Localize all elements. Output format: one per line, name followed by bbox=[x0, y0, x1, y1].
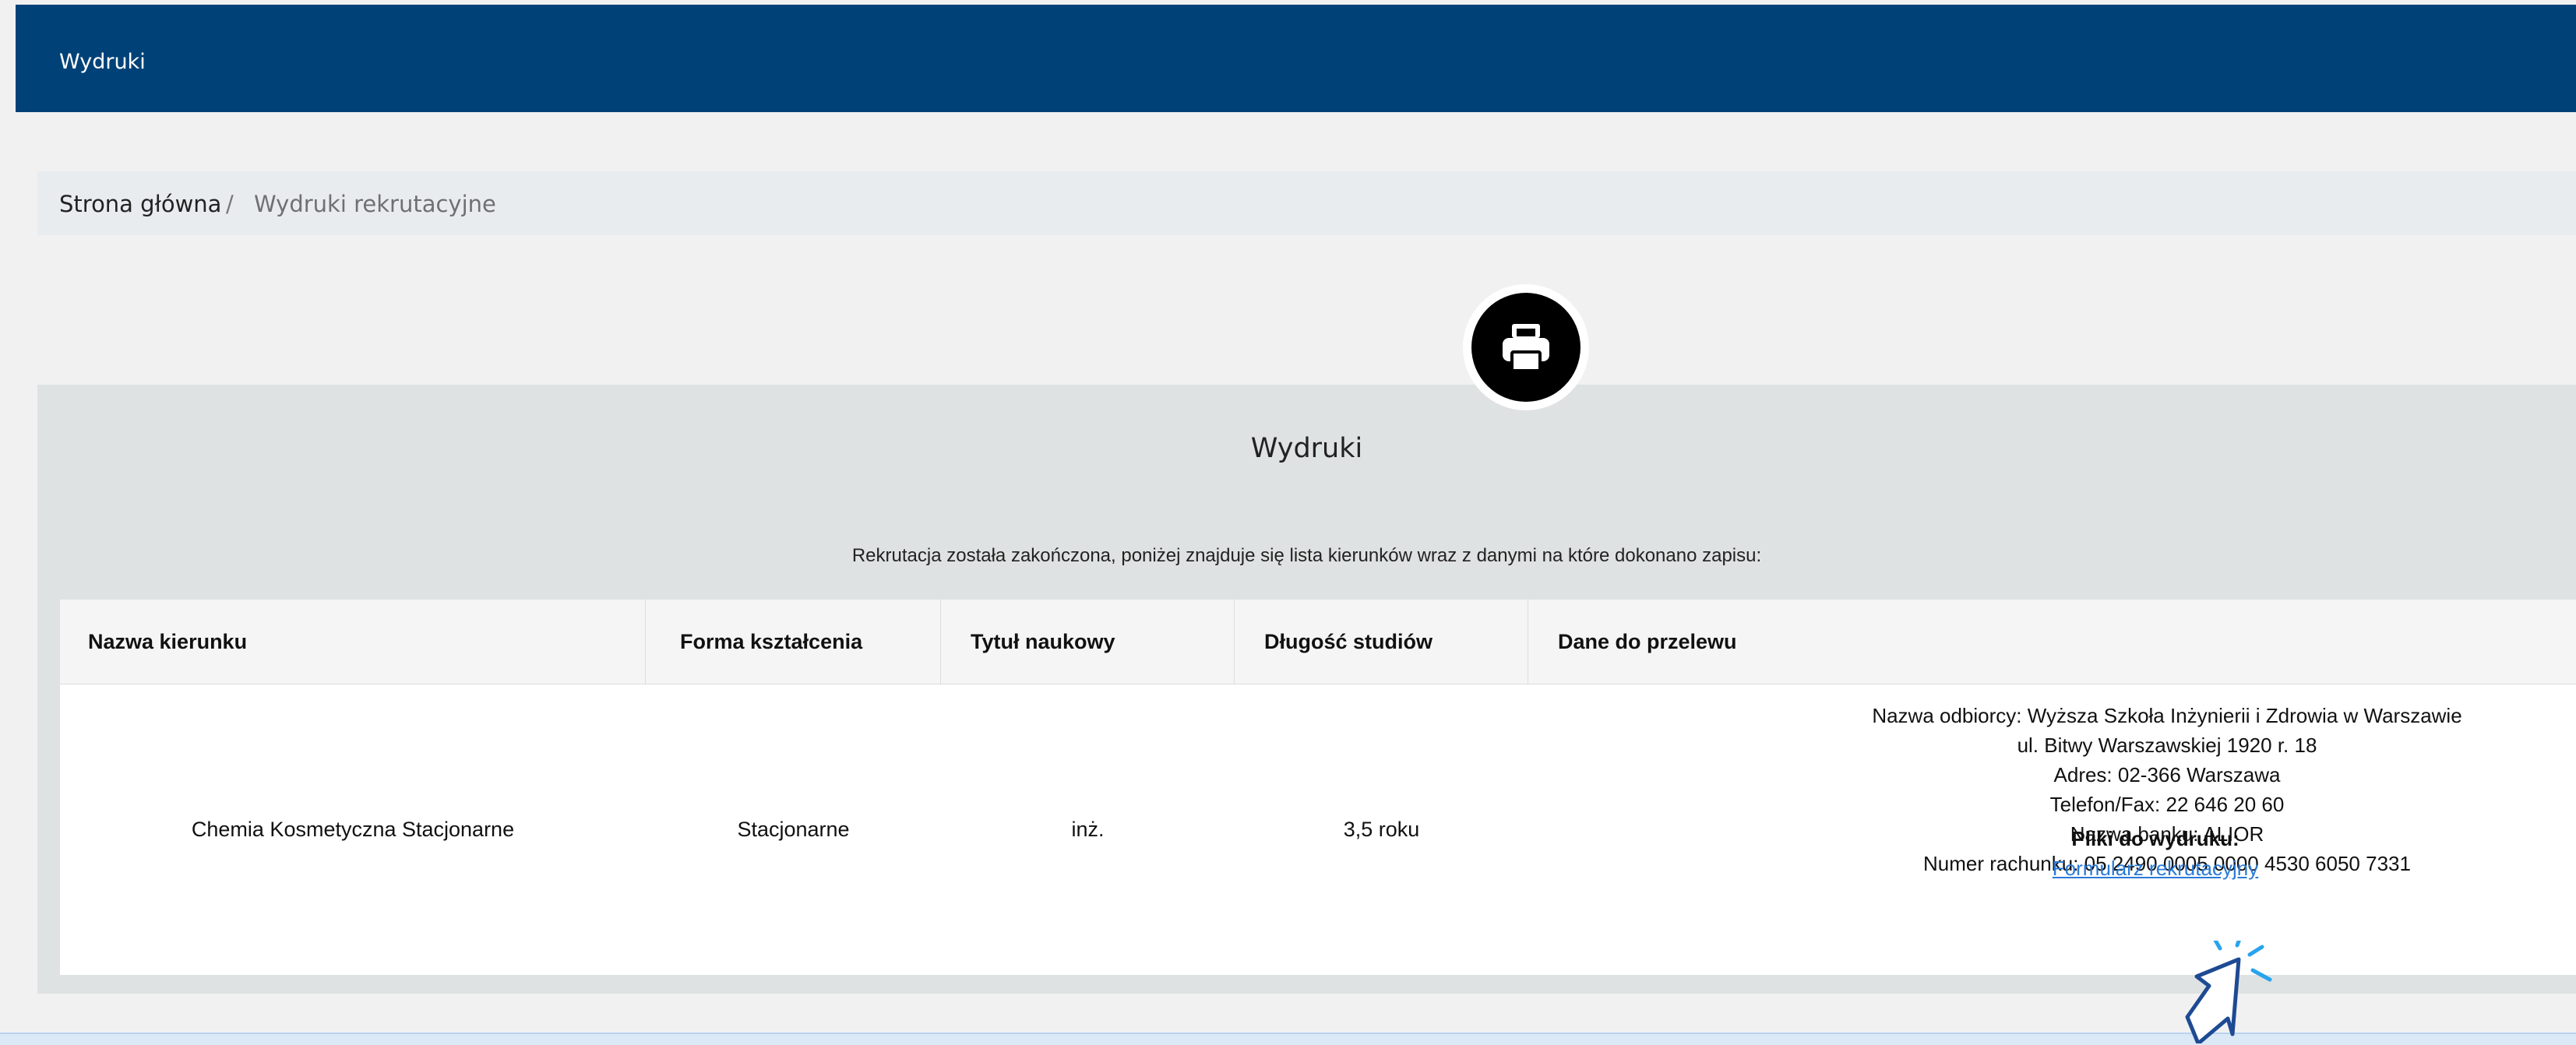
column-header-transfer: Dane do przelewu bbox=[1558, 630, 1737, 653]
table-header: Nazwa kierunku Forma kształcenia Tytuł n… bbox=[60, 600, 2576, 684]
breadcrumb-current: Wydruki rekrutacyjne bbox=[254, 191, 496, 217]
recruitment-form-link[interactable]: Formularz rekrutacyjny bbox=[1836, 853, 2475, 883]
breadcrumb: Strona główna / Wydruki rekrutacyjne bbox=[37, 171, 2576, 235]
printer-icon bbox=[1471, 293, 1580, 402]
column-header-form: Forma kształcenia bbox=[646, 600, 941, 684]
transfer-recipient: Nazwa odbiorcy: Wyższa Szkoła Inżynierii… bbox=[1872, 704, 2462, 727]
transfer-street: ul. Bitwy Warszawskiej 1920 r. 18 bbox=[2017, 734, 2317, 757]
programs-table: Nazwa kierunku Forma kształcenia Tytuł n… bbox=[60, 600, 2576, 975]
panel-title: Wydruki bbox=[1250, 433, 1363, 464]
column-header-duration: Długość studiów bbox=[1235, 600, 1528, 684]
header-title: Wydruki bbox=[59, 50, 146, 74]
files-label: Pliki do wydruku: bbox=[2071, 827, 2239, 850]
breadcrumb-home-link[interactable]: Strona główna bbox=[59, 191, 221, 217]
click-cursor-icon bbox=[2185, 941, 2272, 1043]
column-header-program: Nazwa kierunku bbox=[60, 600, 646, 684]
printer-badge bbox=[1463, 284, 1589, 410]
transfer-phone: Telefon/Fax: 22 646 20 60 bbox=[2049, 793, 2285, 816]
column-header-title: Tytuł naukowy bbox=[941, 600, 1235, 684]
cell-title: inż. bbox=[1071, 818, 1105, 841]
prints-panel: Wydruki Rekrutacja została zakończona, p… bbox=[37, 385, 2576, 994]
breadcrumb-separator: / bbox=[226, 191, 234, 217]
recruitment-info-text: Rekrutacja została zakończona, poniżej z… bbox=[851, 545, 1762, 566]
transfer-address: Adres: 02-366 Warszawa bbox=[2053, 763, 2281, 786]
files-section: Pliki do wydruku: Formularz rekrutacyjny bbox=[1836, 824, 2475, 883]
cell-duration: 3,5 roku bbox=[1343, 818, 1420, 841]
cell-form: Stacjonarne bbox=[737, 818, 850, 841]
cell-program-name: Chemia Kosmetyczna Stacjonarne bbox=[191, 818, 515, 841]
top-header-bar: Wydruki bbox=[16, 5, 2576, 112]
